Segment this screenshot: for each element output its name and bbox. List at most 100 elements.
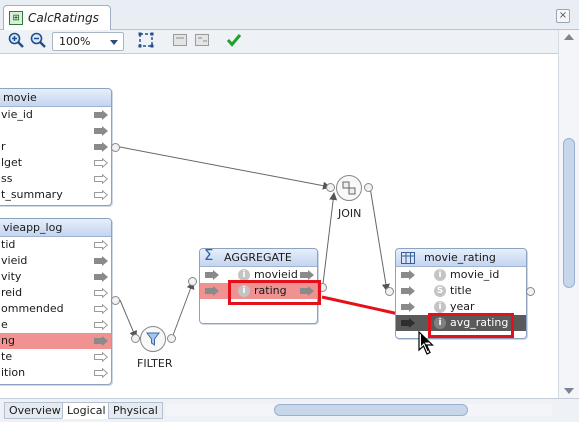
sigma-icon: Σ (204, 246, 214, 264)
output-connector[interactable] (364, 183, 373, 192)
arrow-right-icon (94, 126, 108, 136)
arrow-right-icon (94, 336, 108, 346)
table-header: Σ AGGREGATE (200, 246, 317, 267)
output-connector[interactable] (167, 334, 176, 343)
tab-physical[interactable]: Physical (108, 402, 163, 419)
table-row[interactable] (0, 123, 111, 139)
table-row-selected[interactable]: ng (0, 333, 111, 349)
join-icon (342, 181, 356, 195)
arrow-right-icon (205, 286, 219, 296)
column-name: title (450, 284, 472, 297)
table-row[interactable]: S title (396, 283, 526, 299)
string-attribute-icon: S (434, 285, 446, 297)
arrow-right-outline-icon (94, 174, 108, 184)
attribute-icon: i (434, 301, 446, 313)
column-name: vieid (1, 254, 28, 267)
arrow-right-outline-icon (94, 352, 108, 362)
arrow-right-icon (94, 110, 108, 120)
zoom-select[interactable]: 100% (52, 32, 124, 51)
scroll-up-icon[interactable] (564, 34, 574, 40)
highlight-box (228, 280, 321, 305)
collapse-icon[interactable] (170, 32, 190, 52)
arrow-right-outline-icon (94, 304, 108, 314)
table-row[interactable]: ommended (0, 301, 111, 317)
column-name: movie_id (450, 268, 500, 281)
column-name: year (450, 300, 475, 313)
zoom-out-icon[interactable] (28, 32, 48, 52)
arrow-right-icon (205, 270, 219, 280)
column-name: lget (1, 156, 23, 169)
arrow-right-icon (94, 256, 108, 266)
horizontal-scrollbar[interactable] (166, 404, 552, 416)
table-row[interactable]: vity (0, 269, 111, 285)
horizontal-scroll-thumb[interactable] (274, 404, 468, 416)
fit-to-window-icon[interactable] (136, 32, 156, 52)
table-row[interactable]: reid (0, 285, 111, 301)
zoom-in-icon[interactable] (6, 32, 26, 52)
table-row[interactable]: ss (0, 171, 111, 187)
join-operator[interactable] (336, 175, 362, 201)
table-row[interactable]: t_summary (0, 187, 111, 203)
output-connector[interactable] (111, 143, 120, 152)
column-name: t_summary (1, 188, 63, 201)
column-name: r (1, 140, 6, 153)
table-row[interactable]: e (0, 317, 111, 333)
input-connector[interactable] (188, 277, 197, 286)
column-name: tid (1, 238, 16, 251)
column-name: e (1, 318, 8, 331)
arrow-right-outline-icon (94, 158, 108, 168)
movieapp-log-source-table[interactable]: vieapp_log tid vieid vity reid ommended … (0, 218, 112, 385)
column-name: te (1, 350, 13, 363)
expand-icon[interactable] (192, 32, 212, 52)
tab-logical[interactable]: Logical (62, 402, 111, 419)
arrow-right-icon (401, 270, 415, 280)
mouse-cursor-icon (418, 331, 434, 355)
column-name: vie_id (1, 108, 33, 121)
toolbar: 100% (0, 30, 579, 54)
tab-overview[interactable]: Overview (4, 402, 66, 419)
target-table-title: movie_rating (424, 251, 496, 264)
table-header: movie_rating (396, 249, 526, 267)
scroll-down-icon[interactable] (564, 388, 574, 394)
table-row[interactable]: r (0, 139, 111, 155)
output-connector[interactable] (111, 296, 120, 305)
arrow-right-icon (401, 286, 415, 296)
movie-source-table[interactable]: movie vie_id r lget ss t_summary (0, 88, 112, 206)
mapping-icon: ⊞ (9, 11, 23, 25)
table-row[interactable]: lget (0, 155, 111, 171)
vertical-scroll-thumb[interactable] (563, 138, 575, 288)
join-label: JOIN (338, 207, 362, 220)
arrow-right-icon (401, 302, 415, 312)
input-connector[interactable] (326, 183, 335, 192)
arrow-right-outline-icon (94, 320, 108, 330)
table-row[interactable]: vieid (0, 253, 111, 269)
input-connector[interactable] (385, 287, 394, 296)
column-name: ition (1, 366, 26, 379)
column-name: ommended (1, 302, 64, 315)
table-row[interactable]: tid (0, 237, 111, 253)
close-icon[interactable]: × (556, 9, 570, 23)
column-name: reid (1, 286, 23, 299)
output-connector[interactable] (526, 287, 535, 296)
vertical-scrollbar[interactable] (558, 30, 579, 403)
filter-operator[interactable] (140, 326, 166, 352)
table-header: vieapp_log (0, 219, 111, 237)
column-name: ss (1, 172, 13, 185)
arrow-right-outline-icon (94, 288, 108, 298)
arrow-right-outline-icon (94, 240, 108, 250)
arrow-right-icon (300, 270, 314, 280)
table-row[interactable]: ition (0, 365, 111, 381)
editor-tab-title: CalcRatings (28, 11, 99, 25)
table-row[interactable]: te (0, 349, 111, 365)
arrow-right-icon (401, 318, 415, 328)
editor-tab[interactable]: ⊞ CalcRatings (3, 5, 111, 31)
table-row[interactable]: vie_id (0, 107, 111, 123)
table-row[interactable]: i movie_id (396, 267, 526, 283)
bottom-bar: Overview Logical Physical (0, 398, 579, 422)
column-name: vity (1, 270, 22, 283)
editor-tab-bar: ⊞ CalcRatings × (0, 0, 579, 31)
mapping-canvas[interactable]: movie vie_id r lget ss t_summary vieapp_… (0, 55, 558, 398)
input-connector[interactable] (131, 334, 140, 343)
validate-check-icon[interactable] (224, 32, 244, 52)
attribute-icon: i (434, 269, 446, 281)
